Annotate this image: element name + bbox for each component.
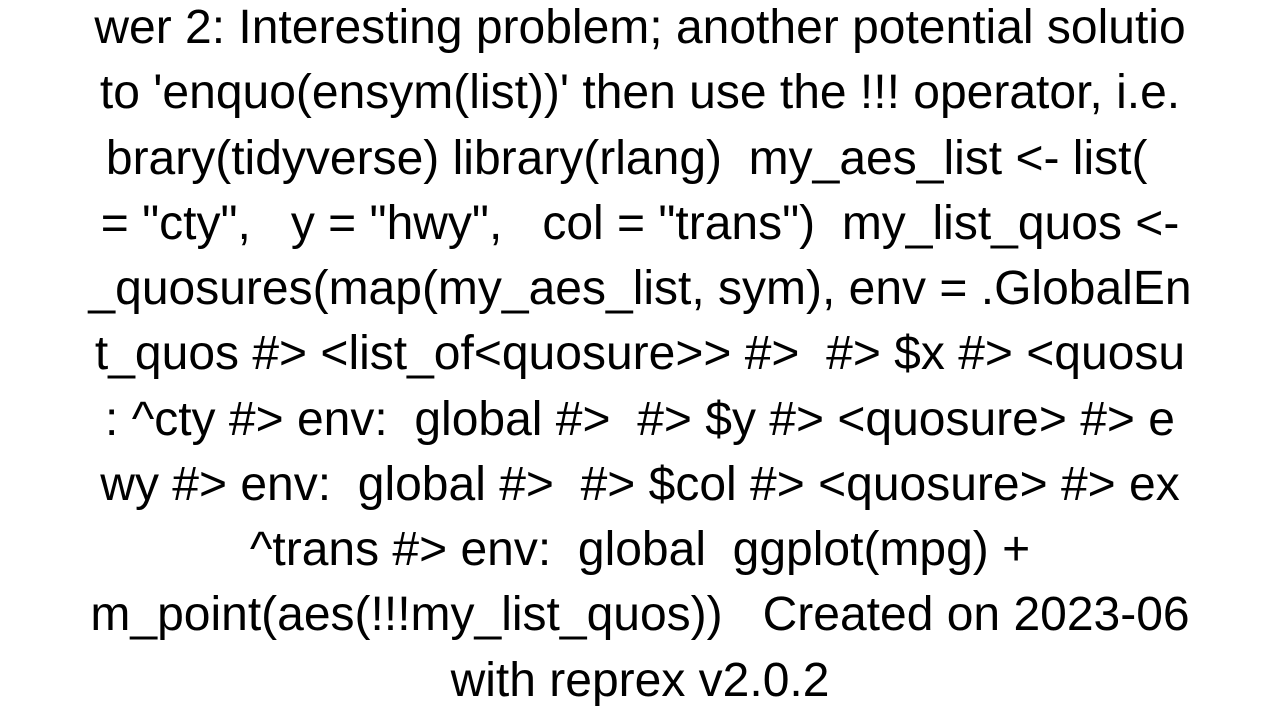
- text-line-11: with reprex v2.0.2: [451, 654, 830, 707]
- text-line-2: to 'enquo(ensym(list))' then use the !!!…: [100, 66, 1180, 119]
- text-line-3: brary(tidyverse) library(rlang) my_aes_l…: [106, 132, 1174, 185]
- text-line-5: _quosures(map(my_aes_list, sym), env = .…: [88, 262, 1191, 315]
- text-line-4: = "cty", y = "hwy", col = "trans") my_li…: [101, 197, 1180, 250]
- text-line-9: ^trans #> env: global ggplot(mpg) +: [250, 523, 1030, 576]
- answer-text-fragment: wer 2: Interesting problem; another pote…: [0, 0, 1280, 713]
- text-line-8: wy #> env: global #> #> $col #> <quosure…: [100, 458, 1179, 511]
- document-viewport: wer 2: Interesting problem; another pote…: [0, 0, 1280, 720]
- text-line-7: : ^cty #> env: global #> #> $y #> <quosu…: [105, 393, 1175, 446]
- text-line-10: m_point(aes(!!!my_list_quos)) Created on…: [90, 588, 1189, 641]
- text-line-6: t_quos #> <list_of<quosure>> #> #> $x #>…: [95, 327, 1185, 380]
- text-line-1: wer 2: Interesting problem; another pote…: [94, 1, 1185, 54]
